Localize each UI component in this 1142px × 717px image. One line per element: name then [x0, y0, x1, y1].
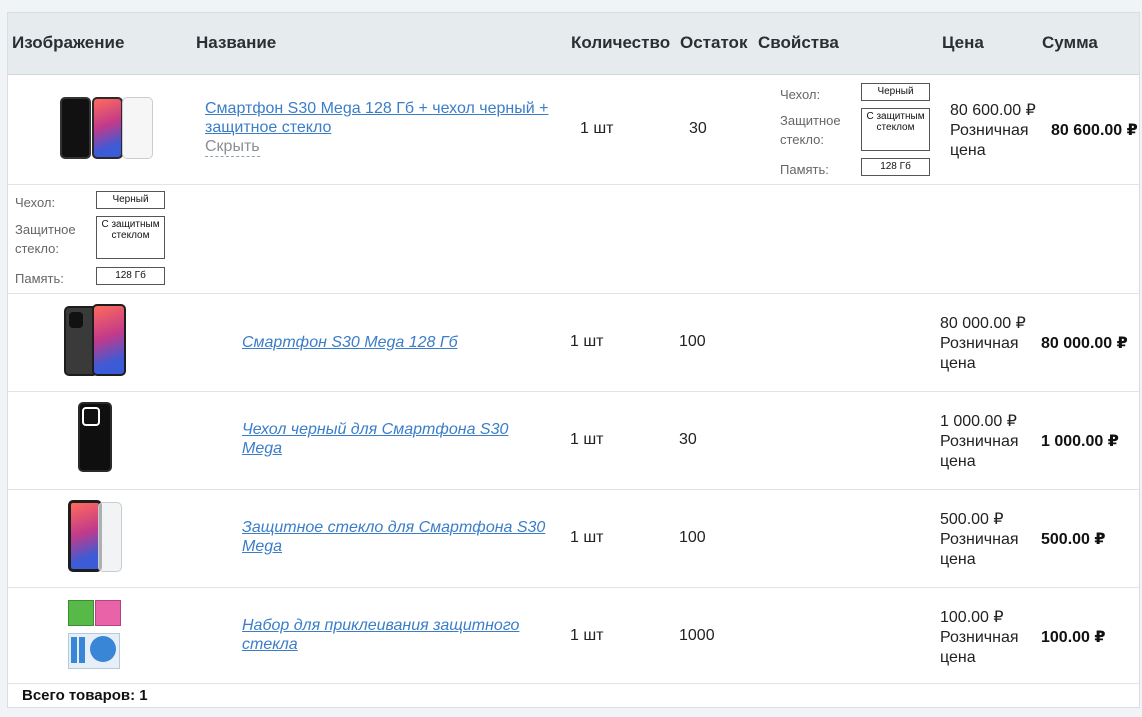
prop-label-glass: Защитное стекло:: [780, 113, 841, 147]
col-qty-header: Количество: [571, 33, 671, 52]
col-sum-header: Сумма: [1042, 33, 1098, 52]
phone-case-image[interactable]: [78, 402, 114, 474]
sub-item-sum: 1 000.00 ₽: [1041, 433, 1119, 450]
prop-value-memory-expanded: 128 Гб: [96, 267, 165, 285]
sub-item-name: Набор для приклеивания защитного стекла: [242, 616, 562, 654]
installation-kit-image[interactable]: [68, 600, 122, 670]
prop-value-glass: С защитным стеклом: [861, 108, 930, 151]
cart-table: Изображение Название Количество Остаток …: [7, 12, 1140, 708]
sub-item-sum: 100.00 ₽: [1041, 629, 1106, 646]
bundle-name-cell: Смартфон S30 Mega 128 Гб + чехол черный …: [205, 99, 548, 157]
bundle-props-row: Чехол: Черный Защитное стекло: С защитны…: [8, 185, 1139, 294]
smartphone-image[interactable]: [64, 304, 128, 378]
sub-item-price-value: 80 000.00 ₽: [940, 315, 1026, 332]
sub-item-qty: 1 шт: [570, 627, 604, 644]
prop-label-case-expanded: Чехол:: [15, 195, 56, 210]
col-stock-header: Остаток: [680, 33, 748, 52]
sub-item-price: 80 000.00 ₽ Розничная цена: [940, 314, 1030, 374]
bundle-name-line1: Смартфон S30 Mega 128 Гб + чехол черный …: [205, 100, 549, 117]
bundle-name-line2: защитное стекло: [205, 119, 332, 136]
prop-label-memory-expanded: Память:: [15, 271, 64, 286]
sub-item-qty: 1 шт: [570, 431, 604, 448]
prop-value-case-expanded: Черный: [96, 191, 165, 209]
col-image-header: Изображение: [12, 33, 125, 52]
sub-item-name-link[interactable]: Защитное стекло для Смартфона S30 Mega: [242, 519, 545, 555]
total-items: Всего товаров: 1: [22, 687, 148, 704]
sub-item-sum: 500.00 ₽: [1041, 531, 1106, 548]
sub-item-name-link[interactable]: Смартфон S30 Mega 128 Гб: [242, 333, 458, 352]
sub-item-price-type: Розничная цена: [940, 335, 1019, 372]
prop-value-glass-expanded: С защитным стеклом: [96, 216, 165, 259]
sub-item-qty: 1 шт: [570, 529, 604, 546]
col-name-header: Название: [196, 33, 277, 52]
prop-value-case: Черный: [861, 83, 930, 101]
bundle-name-link[interactable]: Смартфон S30 Mega 128 Гб + чехол черный …: [205, 99, 548, 137]
sub-item-price-type: Розничная цена: [940, 531, 1019, 568]
sub-item-qty: 1 шт: [570, 333, 604, 350]
sub-item-price-value: 500.00 ₽: [940, 511, 1004, 528]
sub-item-stock: 1000: [679, 627, 715, 644]
sub-item-price: 1 000.00 ₽ Розничная цена: [940, 412, 1030, 472]
bundle-price: 80 600.00 ₽ Розничная цена: [950, 101, 1040, 161]
sub-item-name: Защитное стекло для Смартфона S30 Mega: [242, 518, 562, 556]
table-row: Чехол черный для Смартфона S30 Mega 1 шт…: [8, 392, 1139, 490]
sub-item-stock: 100: [679, 529, 706, 546]
bundle-stock: 30: [689, 120, 707, 137]
bundle-price-type: Розничная цена: [950, 122, 1029, 159]
sub-item-name: Чехол черный для Смартфона S30 Mega: [242, 420, 552, 458]
sub-item-name-link[interactable]: Чехол черный для Смартфона S30 Mega: [242, 421, 508, 457]
col-price-header: Цена: [942, 33, 984, 52]
table-row: Защитное стекло для Смартфона S30 Mega 1…: [8, 490, 1139, 588]
bundle-props-expanded: Чехол: Черный Защитное стекло: С защитны…: [15, 189, 185, 291]
hide-toggle[interactable]: Скрыть: [205, 138, 260, 157]
prop-label-glass-expanded: Защитное стекло:: [15, 222, 76, 256]
sub-item-price-type: Розничная цена: [940, 629, 1019, 666]
table-row: Набор для приклеивания защитного стекла …: [8, 588, 1139, 684]
table-row: Смартфон S30 Mega 128 Гб + чехол черный …: [8, 75, 1139, 185]
screen-protector-image[interactable]: [68, 500, 124, 574]
bundle-sum: 80 600.00 ₽: [1051, 122, 1138, 139]
sub-item-price-value: 1 000.00 ₽: [940, 413, 1017, 430]
sub-item-name-link[interactable]: Набор для приклеивания защитного стекла: [242, 617, 519, 653]
sub-item-price-type: Розничная цена: [940, 433, 1019, 470]
table-row: Смартфон S30 Mega 128 Гб 1 шт 100 80 000…: [8, 294, 1139, 392]
phone-bundle-image[interactable]: [60, 97, 154, 161]
prop-label-case: Чехол:: [780, 87, 821, 102]
table-header: Изображение Название Количество Остаток …: [8, 13, 1139, 75]
sub-item-stock: 30: [679, 431, 697, 448]
bundle-props: Чехол: Черный Защитное стекло: С защитны…: [780, 81, 940, 181]
sub-item-price: 500.00 ₽ Розничная цена: [940, 510, 1030, 570]
bundle-qty: 1 шт: [580, 120, 614, 137]
sub-item-price: 100.00 ₽ Розничная цена: [940, 608, 1030, 668]
col-props-header: Свойства: [758, 33, 839, 52]
sub-item-price-value: 100.00 ₽: [940, 609, 1004, 626]
prop-value-memory: 128 Гб: [861, 158, 930, 176]
sub-item-sum: 80 000.00 ₽: [1041, 335, 1128, 352]
bundle-price-value: 80 600.00 ₽: [950, 102, 1036, 119]
prop-label-memory: Память:: [780, 162, 829, 177]
sub-item-stock: 100: [679, 333, 706, 350]
